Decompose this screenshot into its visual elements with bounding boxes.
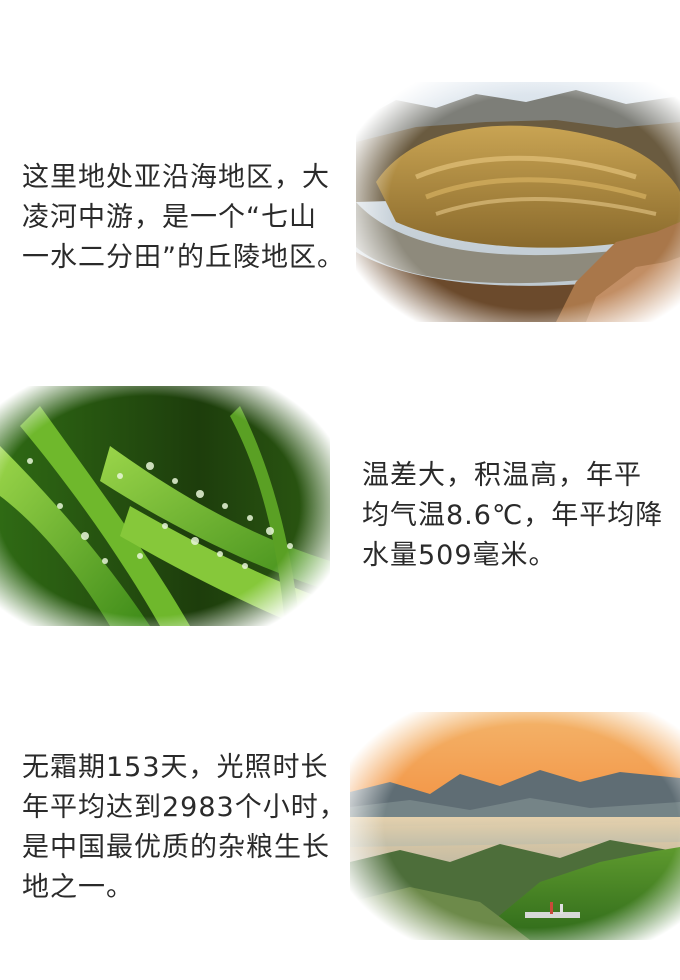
section-1-text: 这里地处亚沿海地区，大 凌河中游，是一个“七山 一水二分田”的丘陵地区。	[22, 158, 345, 278]
section-1-line-2: 凌河中游，是一个“七山	[22, 202, 317, 233]
green-leaves-with-dew-photo	[0, 386, 330, 626]
section-3-text: 无霜期153天，光照时长 年平均达到2983个小时， 是中国最优质的杂粮生长 地…	[22, 748, 347, 908]
section-2-line-2: 均气温8.6℃，年平均降	[362, 500, 664, 531]
section-1-line-3: 一水二分田”的丘陵地区。	[22, 242, 345, 273]
sunrise-mountain-sea-of-clouds-photo	[350, 712, 680, 940]
section-2-line-3: 水量509毫米。	[362, 540, 557, 571]
section-2-text: 温差大，积温高，年平 均气温8.6℃，年平均降 水量509毫米。	[362, 456, 663, 576]
section-3-line-1: 无霜期153天，光照时长	[22, 752, 329, 783]
section-2-line-1: 温差大，积温高，年平	[362, 460, 642, 491]
section-3-line-2: 年平均达到2983个小时，	[22, 792, 347, 823]
hills-and-river-farmland-photo	[356, 82, 680, 322]
section-3-line-4: 地之一。	[22, 872, 134, 903]
section-1-line-1: 这里地处亚沿海地区，大	[22, 162, 330, 193]
section-3-line-3: 是中国最优质的杂粮生长	[22, 832, 330, 863]
